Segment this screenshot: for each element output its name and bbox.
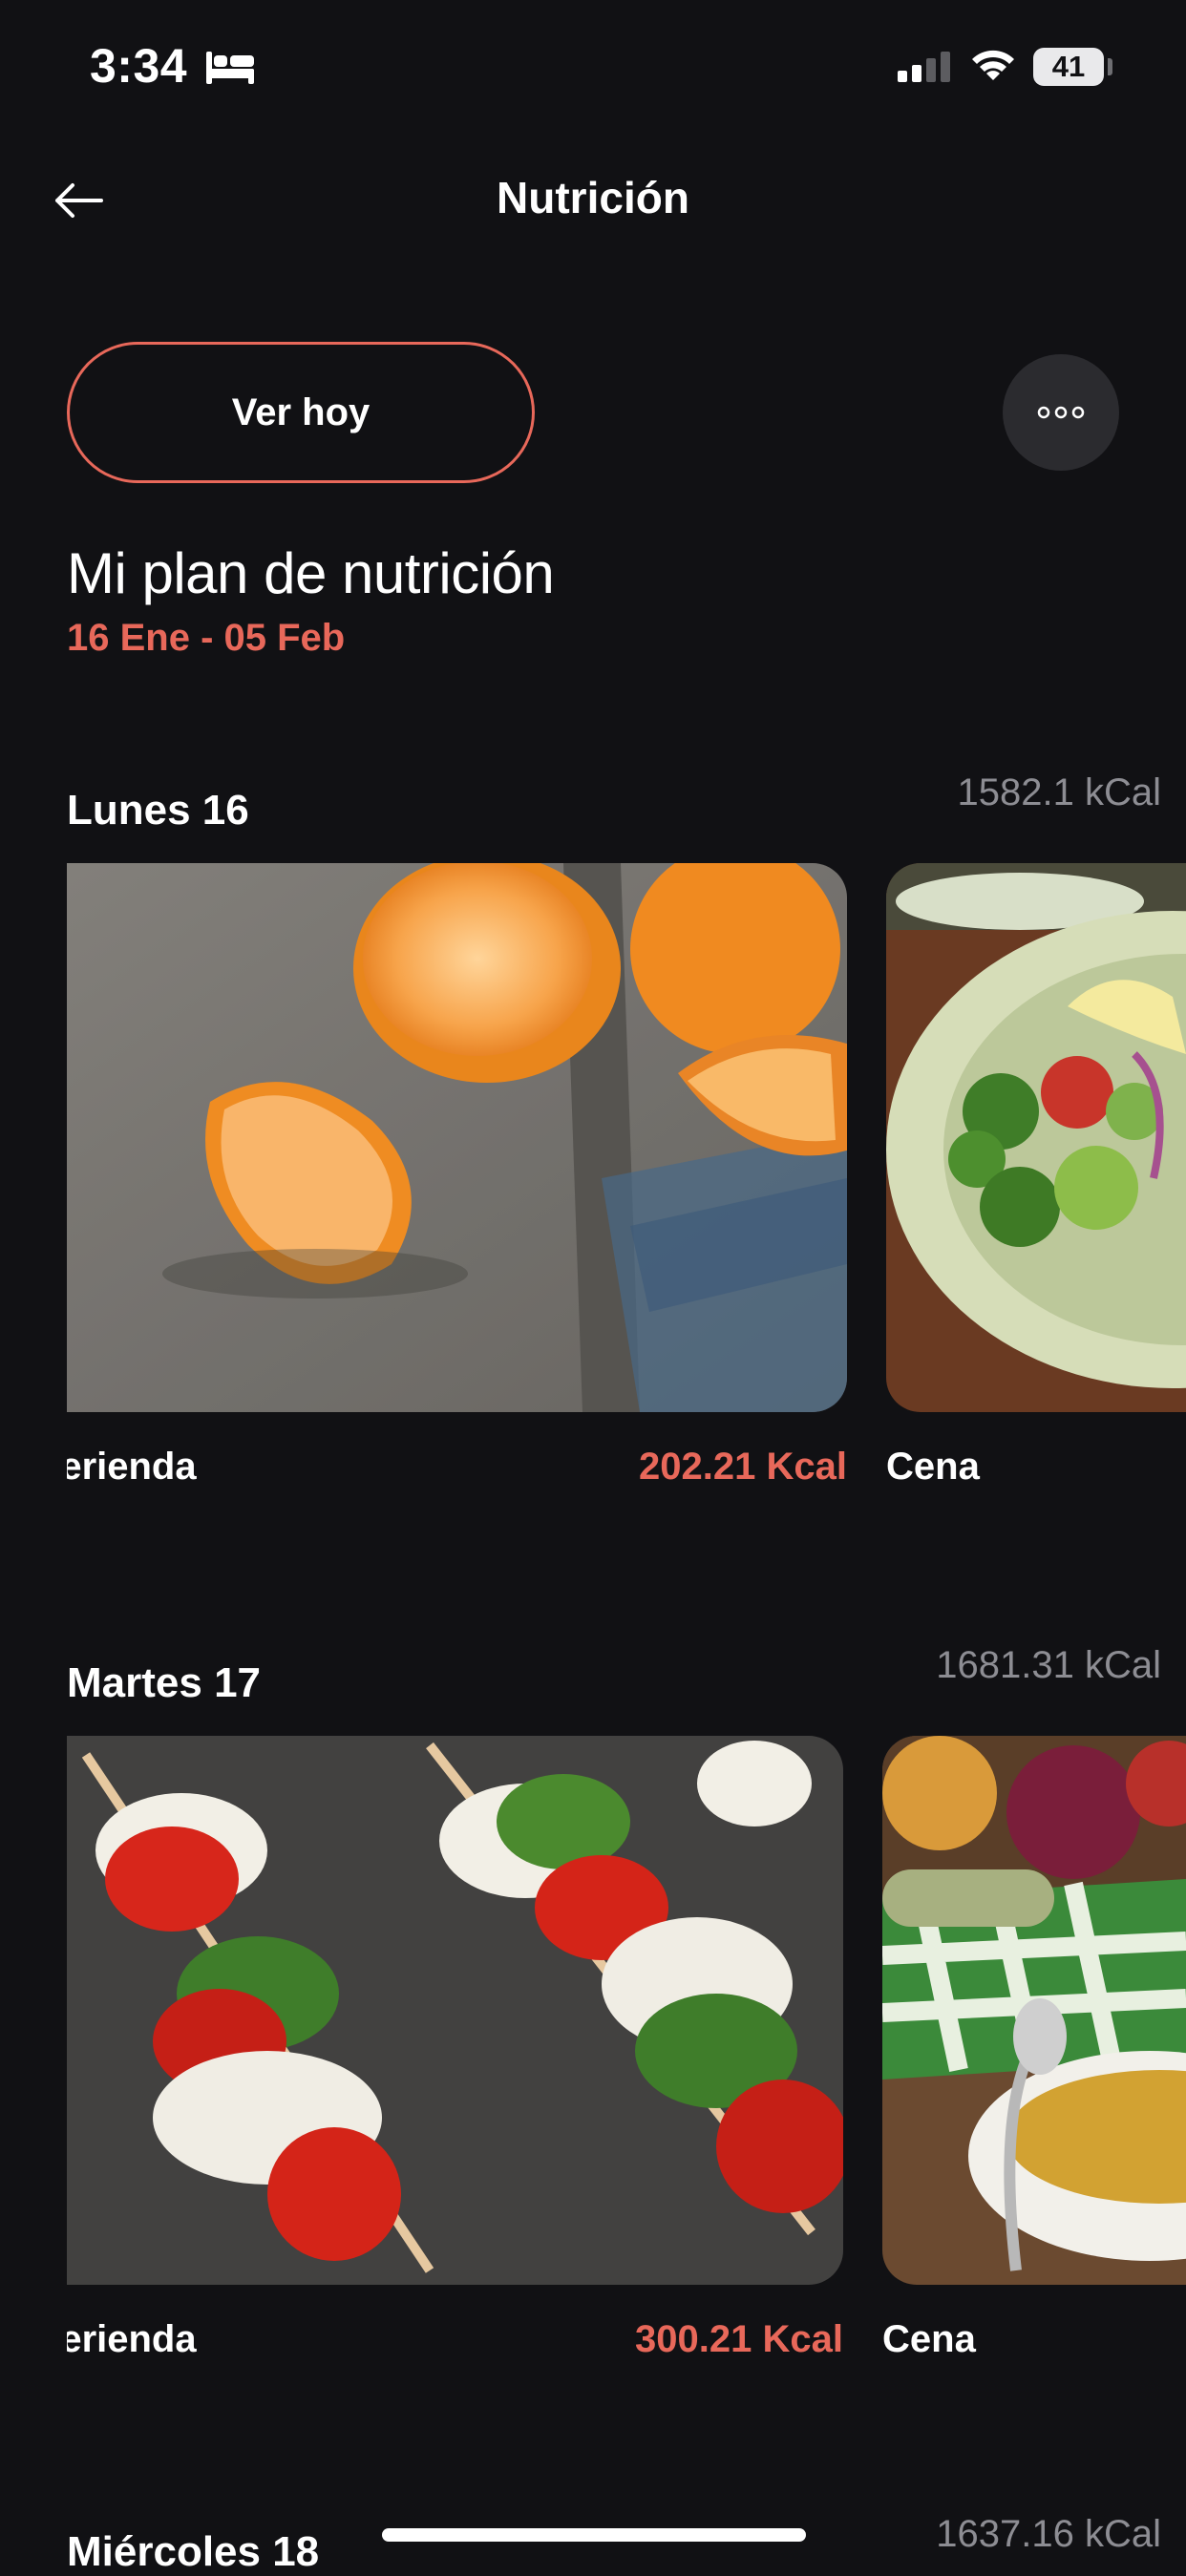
bed-icon xyxy=(204,48,256,91)
meal-image-vegetable-soup xyxy=(882,1736,1186,2285)
meal-kcal: 300.21 Kcal xyxy=(635,2318,843,2360)
meal-card[interactable]: Cena xyxy=(882,1736,1186,2360)
meal-name: Cena xyxy=(886,1446,980,1488)
scroll-mask xyxy=(0,1717,67,2442)
view-today-button[interactable]: Ver hoy xyxy=(67,342,535,483)
day-total-kcal: 1681.31 kCal xyxy=(936,1644,1161,1686)
meal-image-oranges xyxy=(29,863,847,1412)
meal-image-caprese-skewers xyxy=(29,1736,843,2285)
plan-date-range: 16 Ene - 05 Feb xyxy=(67,617,346,659)
meal-card[interactable]: Cena xyxy=(886,863,1186,1488)
meal-name: Cena xyxy=(882,2318,976,2360)
status-time: 3:34 xyxy=(90,39,188,93)
meal-image-salad xyxy=(886,863,1186,1412)
scroll-mask xyxy=(0,844,67,1570)
meal-card[interactable]: Merienda 202.21 Kcal xyxy=(29,863,847,1488)
battery-icon: 41 xyxy=(1033,48,1104,86)
day-title: Lunes 16 xyxy=(67,787,249,834)
day-total-kcal: 1637.16 kCal xyxy=(936,2513,1161,2555)
meal-card[interactable]: Merienda 300.21 Kcal xyxy=(29,1736,843,2360)
page-title: Nutrición xyxy=(497,173,689,222)
plan-title: Mi plan de nutrición xyxy=(67,541,555,605)
wifi-icon xyxy=(968,46,1018,89)
more-options-button[interactable] xyxy=(1003,354,1119,471)
signal-icon xyxy=(898,52,955,89)
battery-cap xyxy=(1108,58,1112,75)
more-dots-icon xyxy=(1037,406,1085,419)
day-title: Miércoles 18 xyxy=(67,2528,320,2575)
meal-kcal: 202.21 Kcal xyxy=(639,1446,847,1488)
home-indicator[interactable] xyxy=(382,2528,806,2542)
day-title: Martes 17 xyxy=(67,1659,262,1706)
day-total-kcal: 1582.1 kCal xyxy=(957,771,1161,813)
